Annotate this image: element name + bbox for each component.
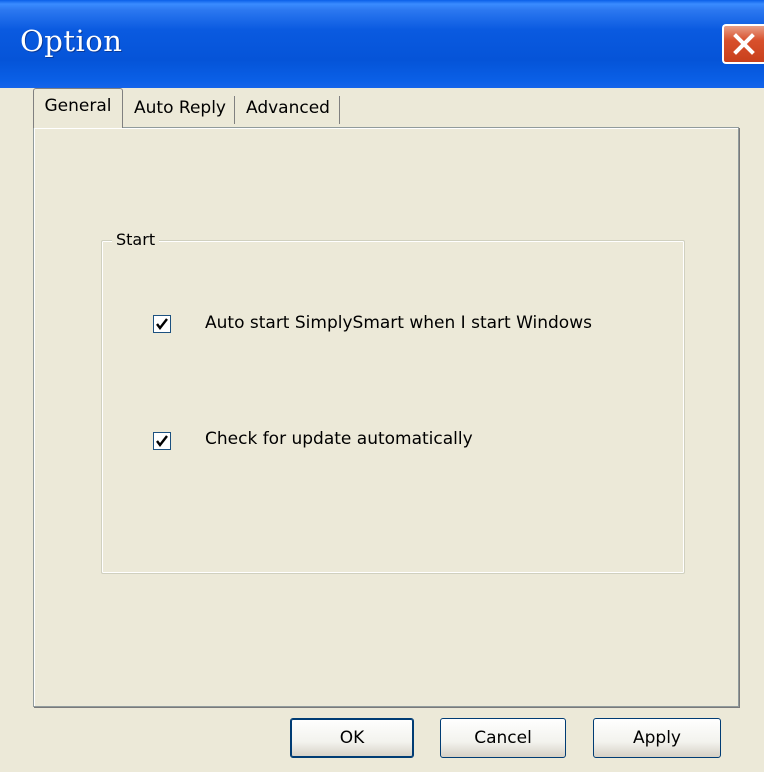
check-update-checkbox[interactable] — [153, 432, 171, 450]
close-button[interactable] — [722, 24, 764, 64]
apply-button[interactable]: Apply — [593, 718, 721, 758]
start-groupbox — [101, 240, 685, 574]
cancel-button[interactable]: Cancel — [440, 718, 566, 758]
window-title: Option — [20, 24, 123, 58]
tab-auto-reply-label: Auto Reply — [134, 98, 226, 118]
tab-divider — [234, 96, 235, 124]
tab-advanced-label: Advanced — [246, 98, 330, 118]
close-icon — [733, 33, 755, 55]
ok-button[interactable]: OK — [290, 718, 414, 758]
tab-divider — [339, 96, 340, 124]
groupbox-label: Start — [112, 230, 160, 249]
check-update-label[interactable]: Check for update automatically — [205, 429, 473, 449]
auto-start-label[interactable]: Auto start SimplySmart when I start Wind… — [205, 313, 592, 333]
auto-start-checkbox[interactable] — [153, 315, 171, 333]
tab-general-label: General — [44, 95, 112, 116]
checkmark-icon — [156, 318, 168, 330]
tab-auto-reply[interactable]: Auto Reply — [126, 92, 234, 124]
tab-advanced[interactable]: Advanced — [238, 92, 338, 124]
title-bar[interactable]: Option — [0, 0, 764, 88]
tab-general[interactable]: General — [33, 88, 123, 128]
checkmark-icon — [156, 435, 168, 447]
